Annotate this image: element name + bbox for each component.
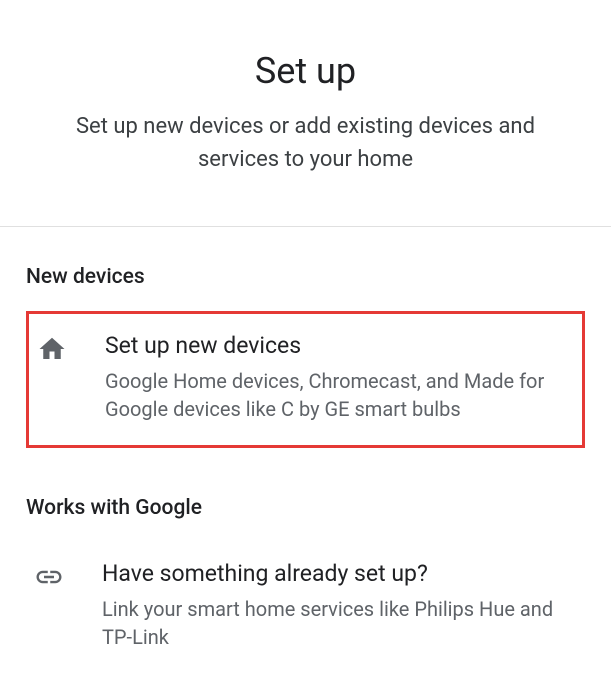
setup-new-devices-item[interactable]: Set up new devices Google Home devices, … [26,311,585,448]
divider [0,226,611,227]
item-desc: Link your smart home services like Phili… [102,595,571,651]
item-title: Have something already set up? [102,560,571,587]
item-title: Set up new devices [105,332,568,359]
section-heading-new-devices: New devices [26,265,585,289]
home-icon [37,334,67,364]
section-new-devices: New devices Set up new devices Google Ho… [0,265,611,673]
header: Set up Set up new devices or add existin… [0,0,611,226]
section-heading-works-with-google: Works with Google [26,496,585,520]
page-title: Set up [40,50,571,92]
item-desc: Google Home devices, Chromecast, and Mad… [105,367,568,423]
link-existing-item[interactable]: Have something already set up? Link your… [26,542,585,673]
link-icon [34,562,64,592]
item-text: Have something already set up? Link your… [102,560,571,651]
page-subtitle: Set up new devices or add existing devic… [40,110,571,176]
item-text: Set up new devices Google Home devices, … [105,332,568,423]
